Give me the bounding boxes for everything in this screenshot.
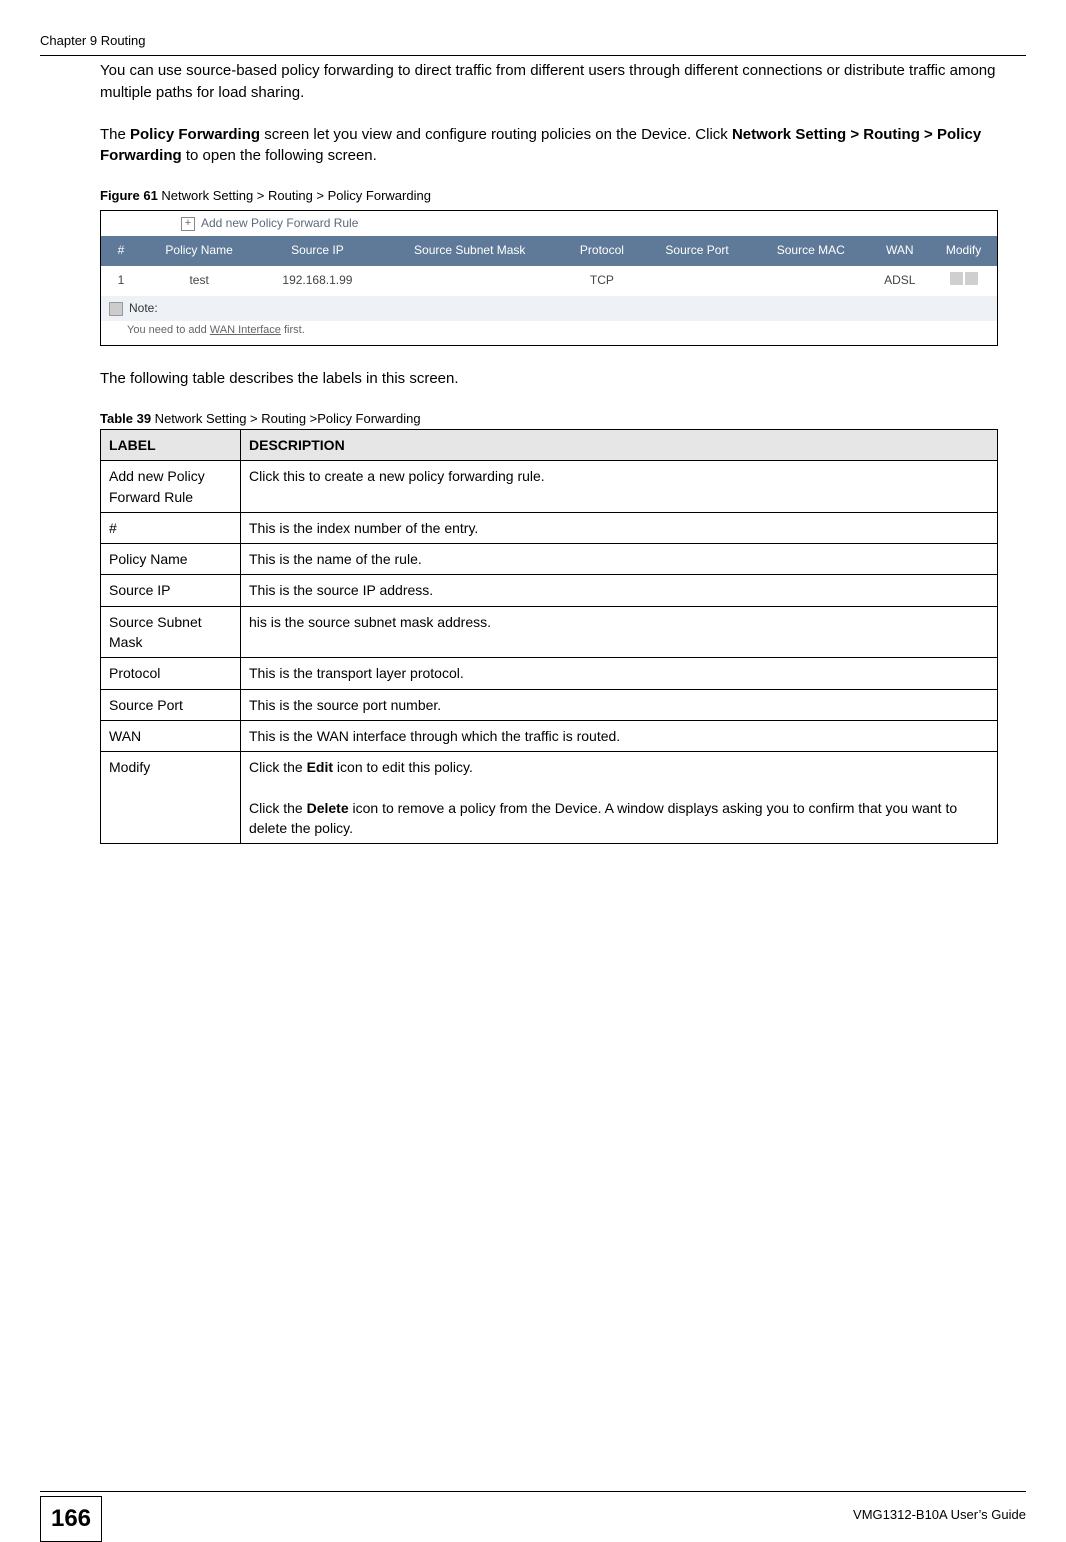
col-num: # (101, 236, 141, 265)
note-text: You need to add WAN Interface first. (101, 321, 997, 345)
cell-label: Source Port (101, 689, 241, 720)
figure-title: Network Setting > Routing > Policy Forwa… (158, 188, 431, 203)
page-footer: 166 VMG1312-B10A User’s Guide (40, 1491, 1026, 1492)
figure-label: Figure 61 (100, 188, 158, 203)
table-row: Source Subnet Mask his is the source sub… (101, 606, 998, 658)
table-row: 1 test 192.168.1.99 TCP ADSL (101, 266, 997, 296)
description-table: LABEL DESCRIPTION Add new Policy Forward… (100, 429, 998, 844)
page-content: You can use source-based policy forwardi… (100, 60, 998, 844)
col-modify: Modify (930, 236, 997, 265)
col-source-mac: Source MAC (752, 236, 869, 265)
table-row: # This is the index number of the entry. (101, 512, 998, 543)
guide-name: VMG1312-B10A User’s Guide (853, 1506, 1026, 1525)
note-link: WAN Interface (210, 324, 281, 336)
cell-desc: his is the source subnet mask address. (241, 606, 998, 658)
cell-modify (930, 266, 997, 296)
table-label: Table 39 (100, 411, 151, 426)
table-row: Source Port This is the source port numb… (101, 689, 998, 720)
note-row: Note: (101, 296, 997, 321)
text-fragment: first. (281, 324, 305, 336)
table-row: Policy Name This is the name of the rule… (101, 544, 998, 575)
cell-desc: This is the source port number. (241, 689, 998, 720)
table-header-row: LABEL DESCRIPTION (101, 429, 998, 460)
page-number: 166 (40, 1496, 102, 1542)
text-bold: Edit (307, 759, 333, 775)
cell-proto: TCP (562, 266, 642, 296)
table-row: Source IP This is the source IP address. (101, 575, 998, 606)
chapter-title: Chapter 9 Routing (40, 33, 146, 48)
cell-desc: This is the index number of the entry. (241, 512, 998, 543)
cell-sip: 192.168.1.99 (257, 266, 377, 296)
screenshot-policy-forwarding: + Add new Policy Forward Rule # Policy N… (100, 210, 998, 347)
note-label: Note: (129, 300, 158, 317)
col-wan: WAN (869, 236, 930, 265)
cell-desc: Click the Edit icon to edit this policy.… (241, 752, 998, 844)
table-row: WAN This is the WAN interface through wh… (101, 720, 998, 751)
header-label: LABEL (101, 429, 241, 460)
text-fragment: icon to remove a policy from the Device.… (249, 800, 957, 836)
cell-wan: ADSL (869, 266, 930, 296)
plus-icon: + (181, 217, 195, 231)
col-policy-name: Policy Name (141, 236, 257, 265)
cell-smac (752, 266, 869, 296)
cell-desc: This is the WAN interface through which … (241, 720, 998, 751)
table-header-row: # Policy Name Source IP Source Subnet Ma… (101, 236, 997, 265)
cell-desc: This is the source IP address. (241, 575, 998, 606)
cell-label: WAN (101, 720, 241, 751)
table-row: Protocol This is the transport layer pro… (101, 658, 998, 689)
cell-desc: This is the name of the rule. (241, 544, 998, 575)
text-bold: Delete (307, 800, 349, 816)
edit-icon (950, 272, 963, 285)
paragraph-table-intro: The following table describes the labels… (100, 368, 998, 390)
cell-num: 1 (101, 266, 141, 296)
cell-sport (642, 266, 752, 296)
cell-label: Source IP (101, 575, 241, 606)
table-caption: Table 39 Network Setting > Routing >Poli… (100, 410, 998, 429)
paragraph-intro-1: You can use source-based policy forwardi… (100, 60, 998, 104)
text-fragment: icon to edit this policy. (333, 759, 473, 775)
text-fragment: You need to add (127, 324, 210, 336)
cell-label: Source Subnet Mask (101, 606, 241, 658)
col-source-port: Source Port (642, 236, 752, 265)
col-source-ip: Source IP (257, 236, 377, 265)
text-fragment: to open the following screen. (182, 147, 377, 164)
col-protocol: Protocol (562, 236, 642, 265)
figure-caption: Figure 61 Network Setting > Routing > Po… (100, 187, 998, 206)
page-header: Chapter 9 Routing (40, 32, 1026, 56)
delete-icon (965, 272, 978, 285)
cell-label: Protocol (101, 658, 241, 689)
cell-mask (378, 266, 562, 296)
cell-desc: This is the transport layer protocol. (241, 658, 998, 689)
cell-label: Modify (101, 752, 241, 844)
text-fragment: Click the (249, 800, 307, 816)
table-row: Modify Click the Edit icon to edit this … (101, 752, 998, 844)
col-source-subnet: Source Subnet Mask (378, 236, 562, 265)
text-bold: Policy Forwarding (130, 126, 260, 143)
header-description: DESCRIPTION (241, 429, 998, 460)
cell-label: Add new Policy Forward Rule (101, 461, 241, 513)
text-fragment: Click the (249, 759, 307, 775)
cell-name: test (141, 266, 257, 296)
add-rule-label: Add new Policy Forward Rule (201, 215, 358, 232)
table-row: Add new Policy Forward Rule Click this t… (101, 461, 998, 513)
table-title: Network Setting > Routing >Policy Forwar… (151, 411, 421, 426)
cell-desc: Click this to create a new policy forwar… (241, 461, 998, 513)
note-icon (109, 302, 123, 316)
add-rule-row: + Add new Policy Forward Rule (101, 211, 997, 236)
paragraph-intro-2: The Policy Forwarding screen let you vie… (100, 124, 998, 168)
cell-label: Policy Name (101, 544, 241, 575)
cell-label: # (101, 512, 241, 543)
text-fragment: screen let you view and configure routin… (260, 126, 732, 143)
policy-table: # Policy Name Source IP Source Subnet Ma… (101, 236, 997, 296)
text-fragment: The (100, 126, 130, 143)
